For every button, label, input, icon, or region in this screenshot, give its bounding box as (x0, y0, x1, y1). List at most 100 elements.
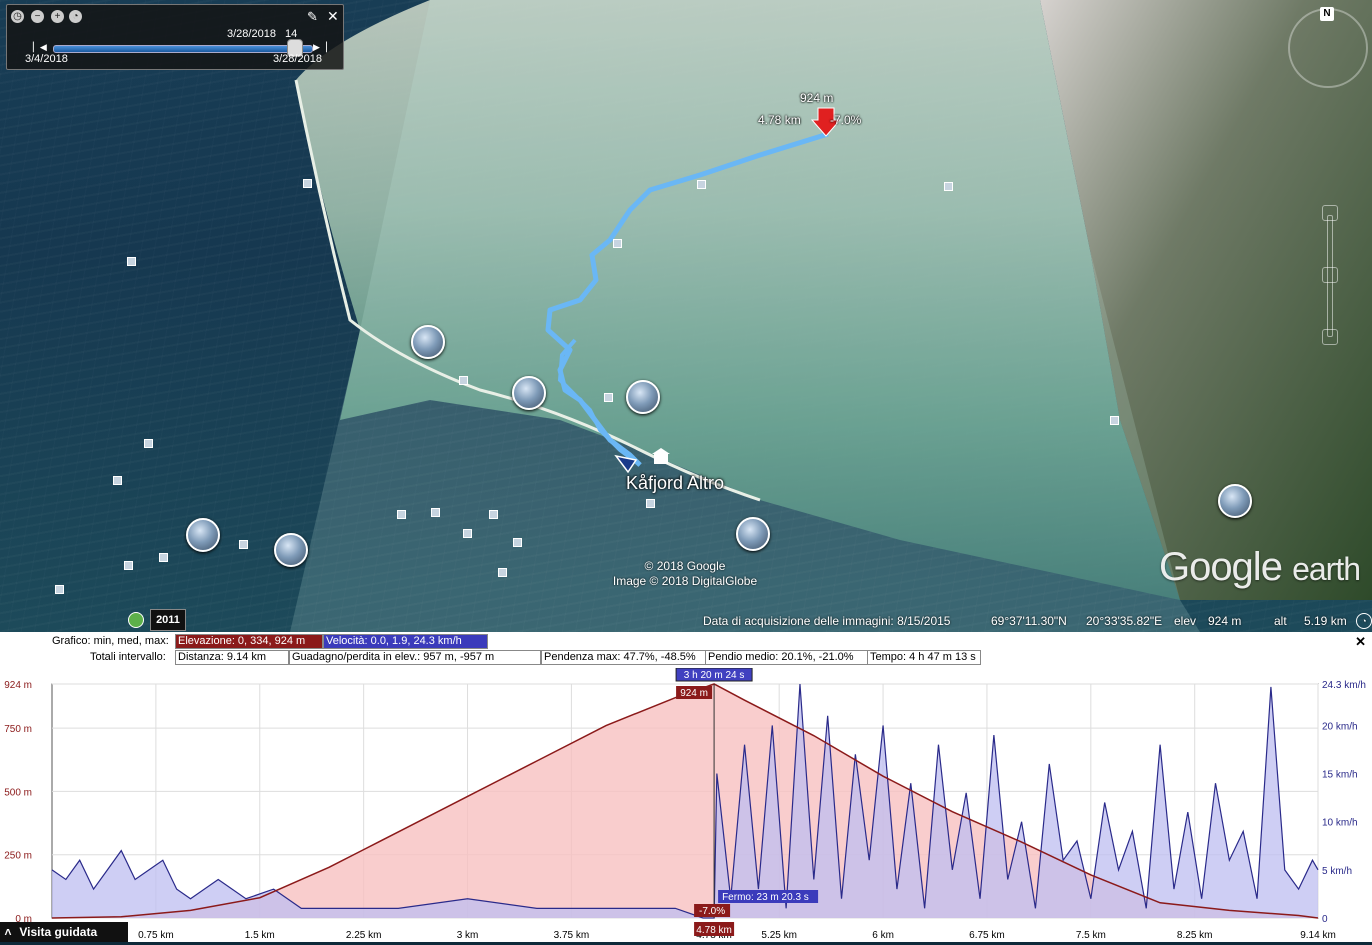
x-tick-label: 3.75 km (554, 930, 590, 941)
poi-marker-icon[interactable] (604, 393, 613, 402)
wrench-icon[interactable]: ✎ (307, 9, 318, 25)
poi-marker-icon[interactable] (303, 179, 312, 188)
elev-label: elev (1174, 614, 1197, 628)
alt-label: alt (1274, 614, 1287, 628)
time-slider-track[interactable] (53, 45, 313, 53)
x-tick-label: 8.25 km (1177, 930, 1213, 941)
hover-slope: -7.0% (830, 113, 862, 127)
end-date: 3/28/2018 (273, 53, 322, 65)
speed-tick-label: 10 km/h (1322, 818, 1358, 829)
x-tick-label: 6 km (872, 930, 894, 941)
elevation-tick-label: 924 m (4, 680, 32, 691)
photo-pin-icon[interactable] (411, 325, 445, 359)
tour-label: Visita guidata (19, 925, 98, 939)
compass-ring[interactable]: N (1288, 7, 1368, 88)
imagery-date: Data di acquisizione delle immagini: 8/1… (703, 614, 951, 628)
cursor-time-label: 3 h 20 m 24 s (684, 670, 745, 681)
poi-marker-icon[interactable] (159, 553, 168, 562)
poi-marker-icon[interactable] (489, 510, 498, 519)
x-tick-label: 2.25 km (346, 930, 382, 941)
place-label[interactable]: Kåfjord Altro (626, 473, 724, 494)
cursor-distance-label: 4.78 km (696, 925, 732, 936)
poi-marker-icon[interactable] (431, 508, 440, 517)
poi-marker-icon[interactable] (55, 585, 64, 594)
stop-label: Fermo: 23 m 20.3 s (722, 892, 809, 903)
poi-marker-icon[interactable] (498, 568, 507, 577)
copyright-google: © 2018 Google (644, 559, 726, 573)
poi-marker-icon[interactable] (613, 239, 622, 248)
copyright-notice: © 2018 Google Image © 2018 DigitalGlobe (600, 559, 770, 589)
photo-pin-icon[interactable] (1218, 484, 1252, 518)
cursor-elevation-label: 924 m (680, 688, 708, 699)
poi-marker-icon[interactable] (459, 376, 468, 385)
map-view[interactable]: 924 m 4.78 km -7.0% Kåfjord Altro © 2018… (0, 0, 1372, 632)
hover-elevation: 924 m (800, 91, 834, 105)
clock-icon[interactable]: ◷ (11, 10, 24, 23)
zoom-slider[interactable] (1318, 205, 1340, 345)
status-bar: Data di acquisizione delle immagini: 8/1… (700, 612, 1372, 632)
photo-pin-icon[interactable] (626, 380, 660, 414)
poi-marker-icon[interactable] (397, 510, 406, 519)
photo-pin-icon[interactable] (736, 517, 770, 551)
x-tick-label: 6.75 km (969, 930, 1005, 941)
x-tick-label: 0.75 km (138, 930, 174, 941)
zoom-thumb[interactable] (1322, 267, 1338, 283)
poi-marker-icon[interactable] (239, 540, 248, 549)
elevation-tick-label: 750 m (4, 724, 32, 735)
poi-marker-icon[interactable] (1110, 416, 1119, 425)
slider-end-icon[interactable]: ▶▕ (313, 42, 327, 53)
poi-marker-icon[interactable] (113, 476, 122, 485)
elevation-profile-panel: Grafico: min, med, max: Elevazione: 0, 3… (0, 632, 1372, 942)
copyright-imagery: Image © 2018 DigitalGlobe (612, 574, 758, 588)
longitude: 20°33'35.82"E (1086, 614, 1163, 628)
close-icon[interactable]: ✕ (1355, 634, 1366, 650)
tour-button[interactable]: ˄ Visita guidata (0, 922, 128, 942)
cursor-slope-label: -7.0% (699, 906, 725, 917)
profile-svg[interactable]: 924 m750 m500 m250 m0 m24.3 km/h20 km/h1… (0, 667, 1372, 942)
current-date: 3/28/2018 (227, 28, 276, 40)
speed-tick-label: 24.3 km/h (1322, 680, 1366, 691)
x-tick-label: 3 km (457, 930, 479, 941)
max-slope-stat: Pendenza max: 47.7%, -48.5% (541, 650, 706, 665)
photo-pin-icon[interactable] (512, 376, 546, 410)
history-clock-icon[interactable] (128, 612, 144, 628)
photo-pin-icon[interactable] (186, 518, 220, 552)
close-icon[interactable]: ✕ (327, 8, 339, 25)
poi-marker-icon[interactable] (127, 257, 136, 266)
zoom-in-icon[interactable]: + (51, 10, 64, 23)
latitude: 69°37'11.30"N (991, 614, 1067, 628)
elev-value: 924 m (1208, 614, 1242, 628)
poi-marker-icon[interactable] (697, 180, 706, 189)
elevation-stats[interactable]: Elevazione: 0, 334, 924 m (175, 634, 323, 649)
speed-stats[interactable]: Velocità: 0.0, 1.9, 24.3 km/h (323, 634, 488, 649)
x-tick-label: 5.25 km (761, 930, 797, 941)
time-settings-icon[interactable]: ◔ (69, 10, 82, 23)
brand-google: Google (1158, 545, 1283, 589)
status-indicator-icon[interactable]: ◔ (1356, 613, 1372, 629)
elevation-profile-chart[interactable]: 924 m 750 m 500 m 250 m0 m 24.3 km/h 20 km/h 1… (0, 667, 1372, 942)
poi-marker-icon[interactable] (463, 529, 472, 538)
distance-stat: Distanza: 9.14 km (175, 650, 289, 665)
photo-pin-icon[interactable] (274, 533, 308, 567)
poi-marker-icon[interactable] (124, 561, 133, 570)
poi-marker-icon[interactable] (944, 182, 953, 191)
imagery-year[interactable]: 2011 (150, 609, 186, 631)
elevation-tick-label: 250 m (4, 851, 32, 862)
time-stat: Tempo: 4 h 47 m 13 s (867, 650, 981, 665)
slider-start-icon[interactable]: ▏◀ (33, 42, 47, 53)
zoom-out-icon[interactable]: − (31, 10, 44, 23)
elevation-tick-label: 500 m (4, 787, 32, 798)
avg-slope-stat: Pendio medio: 20.1%, -21.0% (705, 650, 868, 665)
chart-stats-label: Grafico: min, med, max: (52, 635, 169, 647)
gain-loss-stat: Guadagno/perdita in elev.: 957 m, -957 m (289, 650, 541, 665)
poi-marker-icon[interactable] (646, 499, 655, 508)
zoom-out-handle-icon[interactable] (1322, 329, 1338, 345)
poi-marker-icon[interactable] (144, 439, 153, 448)
x-tick-label: 7.5 km (1076, 930, 1106, 941)
chevron-up-icon: ˄ (4, 925, 12, 939)
time-slider-panel[interactable]: ◷ − + ◔ ✎ ✕ 3/28/2018 14 ▏◀ ▶▕ 3/4/2018 … (6, 4, 344, 70)
brand-earth: earth (1292, 551, 1361, 587)
compass-north[interactable]: N (1320, 7, 1334, 21)
poi-marker-icon[interactable] (513, 538, 522, 547)
speed-tick-label: 0 (1322, 914, 1328, 925)
